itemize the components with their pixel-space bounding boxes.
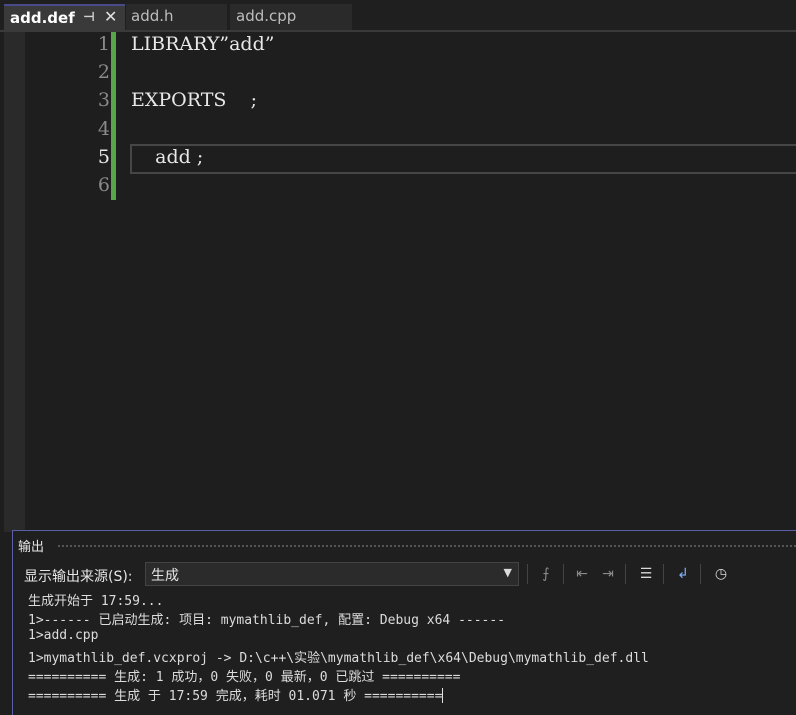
output-line: 1>mymathlib_def.vcxproj -> D:\c++\实验\mym…: [28, 651, 649, 666]
tab-add-cpp[interactable]: add.cpp: [230, 4, 352, 31]
output-line: 1>add.cpp: [28, 628, 99, 643]
close-icon[interactable]: ✕: [104, 5, 117, 29]
toolbar-separator: [700, 564, 701, 584]
line-number: 4: [97, 118, 110, 140]
tab-add-h[interactable]: add.h: [126, 4, 227, 31]
tab-add-def[interactable]: add.def ⊣ ✕: [4, 4, 125, 31]
code-line[interactable]: LIBRARY”add”: [131, 33, 274, 55]
tab-label: add.cpp: [236, 7, 297, 25]
output-line-text: ========== 生成 于 17:59 完成，耗时 01.071 秒 ===…: [28, 689, 443, 704]
line-number: 2: [97, 61, 110, 83]
code-line[interactable]: EXPORTS ;: [131, 89, 257, 111]
toolbar-separator: [663, 564, 664, 584]
output-title: 输出: [18, 540, 45, 555]
go-to-message-icon[interactable]: ⨍: [535, 563, 557, 585]
change-indicator-bar: [111, 32, 116, 200]
output-source-label: 显示输出来源(S):: [24, 569, 133, 585]
code-editor[interactable]: 1 2 3 4 5 6 LIBRARY”add” EXPORTS ; add ;: [25, 32, 796, 532]
clear-all-icon[interactable]: ☰: [635, 563, 657, 585]
line-number: 6: [97, 174, 110, 196]
output-source-select[interactable]: 生成 ▼: [145, 562, 519, 586]
line-number-current: 5: [97, 146, 110, 168]
output-line: ========== 生成: 1 成功，0 失败，0 最新，0 已跳过 ====…: [28, 670, 461, 685]
tab-label: add.h: [131, 7, 174, 25]
previous-message-icon[interactable]: ⇤: [571, 563, 593, 585]
clock-icon[interactable]: ◷: [710, 563, 732, 585]
tab-label: add.def: [10, 9, 75, 27]
toolbar-separator: [563, 564, 564, 584]
output-line: 1>------ 已启动生成: 项目: mymathlib_def, 配置: D…: [28, 613, 506, 628]
current-line-highlight: [130, 144, 796, 174]
output-source-value: 生成: [151, 568, 179, 584]
output-panel: 输出 显示输出来源(S): 生成 ▼ ⨍ ⇤ ⇥ ☰ ↲ ◷ 生成开始于 17:…: [12, 530, 796, 715]
word-wrap-icon[interactable]: ↲: [672, 563, 694, 585]
text-caret: [442, 688, 444, 703]
line-number: 1: [97, 33, 110, 55]
output-line: 生成开始于 17:59...: [28, 594, 164, 609]
next-message-icon[interactable]: ⇥: [597, 563, 619, 585]
panel-drag-grip[interactable]: [57, 544, 796, 548]
chevron-down-icon: ▼: [503, 566, 512, 579]
line-number: 3: [97, 89, 110, 111]
output-line-last: ========== 生成 于 17:59 完成，耗时 01.071 秒 ===…: [28, 685, 444, 704]
pin-icon[interactable]: ⊣: [83, 6, 95, 30]
toolbar-separator: [527, 564, 528, 584]
toolbar-separator: [625, 564, 626, 584]
tab-bar: add.def ⊣ ✕ add.h add.cpp: [0, 0, 796, 32]
code-line[interactable]: add ;: [131, 146, 203, 168]
editor-margin: [4, 32, 25, 532]
